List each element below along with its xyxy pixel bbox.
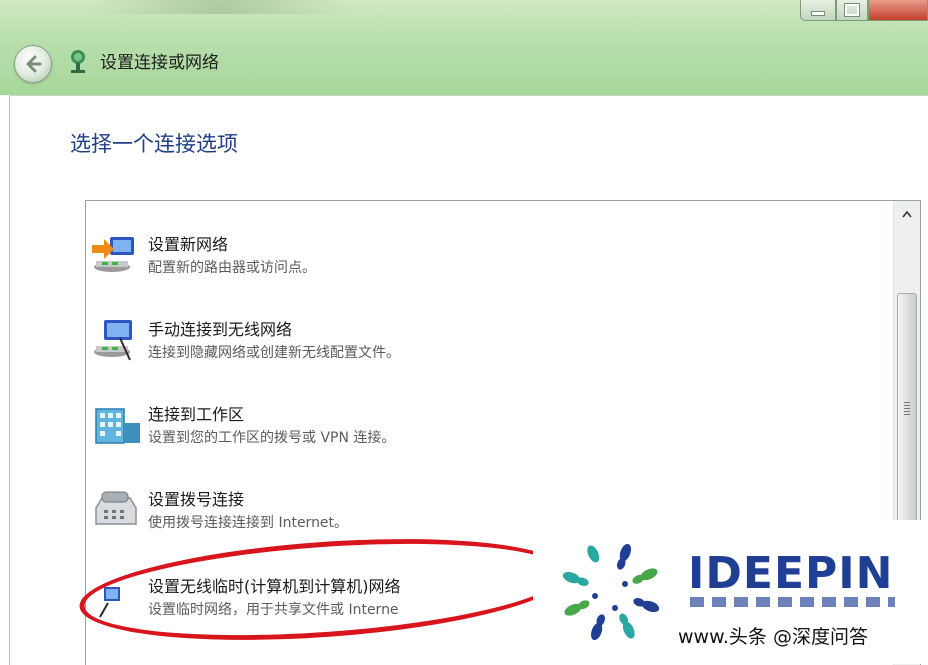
minimize-icon [811, 10, 825, 16]
window-titlebar: 设置连接或网络 [0, 0, 928, 95]
back-button[interactable] [14, 45, 52, 83]
watermark-footer: www.头条 @深度问答 [678, 626, 868, 648]
option-description: 设置到您的工作区的拨号或 VPN 连接。 [148, 430, 396, 446]
workplace-icon [95, 408, 140, 444]
option-new-network[interactable]: 设置新网络 配置新的路由器或访问点。 [86, 221, 886, 305]
page-heading: 选择一个连接选项 [70, 132, 238, 156]
caption-buttons [800, 0, 928, 22]
watermark-tagline [690, 597, 895, 607]
new-network-icon [92, 237, 134, 272]
option-description: 配置新的路由器或访问点。 [148, 260, 316, 276]
close-button[interactable] [868, 0, 928, 21]
dialup-phone-icon [95, 491, 137, 525]
network-setup-icon [71, 50, 85, 73]
blurred-titlebar-text [90, 0, 350, 14]
scroll-thumb[interactable] [897, 293, 917, 525]
back-arrow-icon [26, 55, 42, 73]
chevron-up-icon [902, 210, 912, 218]
option-description: 使用拨号连接连接到 Internet。 [148, 515, 349, 531]
option-title: 设置新网络 [148, 235, 229, 254]
scroll-up-button[interactable] [894, 201, 920, 227]
option-title: 连接到工作区 [148, 405, 245, 424]
scroll-grip-icon [904, 402, 910, 416]
ideepin-logo-icon [562, 543, 660, 641]
maximize-button[interactable] [836, 0, 868, 21]
window-title: 设置连接或网络 [100, 53, 219, 73]
option-description: 连接到隐藏网络或创建新无线配置文件。 [148, 345, 400, 361]
option-title: 设置拨号连接 [148, 490, 245, 509]
option-title: 手动连接到无线网络 [148, 320, 293, 339]
minimize-button[interactable] [800, 0, 836, 21]
wireless-manual-icon [94, 320, 132, 361]
option-manual-wireless[interactable]: 手动连接到无线网络 连接到隐藏网络或创建新无线配置文件。 [86, 306, 886, 390]
maximize-icon [844, 3, 860, 17]
option-workplace[interactable]: 连接到工作区 设置到您的工作区的拨号或 VPN 连接。 [86, 391, 886, 475]
watermark-brand: IDEEPIN [688, 548, 894, 599]
